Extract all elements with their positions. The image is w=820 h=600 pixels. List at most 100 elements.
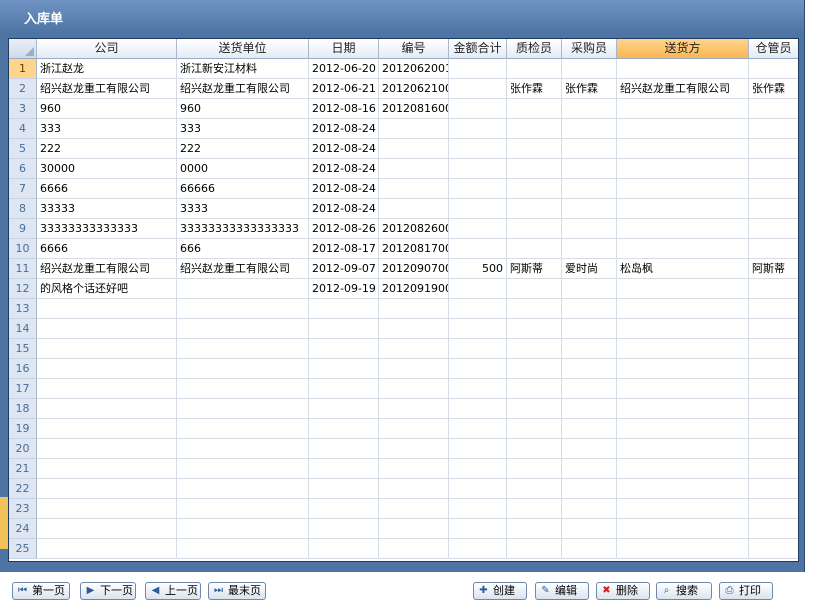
- table-cell[interactable]: [449, 339, 507, 359]
- table-cell[interactable]: [749, 139, 798, 159]
- table-cell[interactable]: [507, 199, 562, 219]
- table-cell[interactable]: [562, 99, 617, 119]
- row-number[interactable]: 10: [9, 239, 37, 259]
- prev-page-button[interactable]: ◀ 上一页: [145, 582, 201, 600]
- select-all-corner[interactable]: [9, 39, 37, 59]
- table-cell[interactable]: [749, 439, 798, 459]
- column-header-6[interactable]: 采购员: [562, 39, 617, 59]
- table-cell[interactable]: [449, 319, 507, 339]
- table-row[interactable]: 20: [9, 439, 798, 459]
- column-header-7[interactable]: 送货方: [617, 39, 749, 59]
- table-cell[interactable]: 2012081700: [379, 239, 449, 259]
- row-number[interactable]: 20: [9, 439, 37, 459]
- table-cell[interactable]: [449, 59, 507, 79]
- row-number[interactable]: 24: [9, 519, 37, 539]
- table-cell[interactable]: 2012-08-24: [309, 179, 379, 199]
- table-cell[interactable]: [507, 239, 562, 259]
- table-cell[interactable]: [37, 339, 177, 359]
- table-row[interactable]: 9 33333333333333 33333333333333333 2012-08-…: [9, 219, 798, 239]
- table-cell[interactable]: [562, 499, 617, 519]
- table-cell[interactable]: 33333333333333: [37, 219, 177, 239]
- table-cell[interactable]: [379, 519, 449, 539]
- table-cell[interactable]: [749, 399, 798, 419]
- table-row[interactable]: 22: [9, 479, 798, 499]
- table-cell[interactable]: [617, 159, 749, 179]
- table-cell[interactable]: 2012-08-24: [309, 119, 379, 139]
- table-cell[interactable]: 绍兴赵龙重工有限公司: [37, 79, 177, 99]
- table-cell[interactable]: [507, 279, 562, 299]
- table-cell[interactable]: 绍兴赵龙重工有限公司: [177, 79, 309, 99]
- table-cell[interactable]: 33333: [37, 199, 177, 219]
- table-row[interactable]: 18: [9, 399, 798, 419]
- table-cell[interactable]: [37, 519, 177, 539]
- column-header-5[interactable]: 质检员: [507, 39, 562, 59]
- table-cell[interactable]: [449, 99, 507, 119]
- table-row[interactable]: 4 333 333 2012-08-24: [9, 119, 798, 139]
- table-cell[interactable]: 222: [37, 139, 177, 159]
- table-cell[interactable]: [37, 299, 177, 319]
- table-cell[interactable]: [379, 499, 449, 519]
- table-cell[interactable]: [507, 399, 562, 419]
- table-cell[interactable]: [309, 479, 379, 499]
- table-cell[interactable]: [379, 439, 449, 459]
- table-cell[interactable]: [617, 399, 749, 419]
- table-cell[interactable]: 6666: [37, 239, 177, 259]
- table-row[interactable]: 5 222 222 2012-08-24: [9, 139, 798, 159]
- table-cell[interactable]: [749, 199, 798, 219]
- table-cell[interactable]: [562, 379, 617, 399]
- table-cell[interactable]: [507, 459, 562, 479]
- row-number[interactable]: 3: [9, 99, 37, 119]
- table-cell[interactable]: [449, 239, 507, 259]
- column-header-8[interactable]: 仓管员: [749, 39, 798, 59]
- table-cell[interactable]: [617, 219, 749, 239]
- table-cell[interactable]: [562, 239, 617, 259]
- table-cell[interactable]: [617, 59, 749, 79]
- table-cell[interactable]: [562, 299, 617, 319]
- column-header-2[interactable]: 日期: [309, 39, 379, 59]
- row-number[interactable]: 18: [9, 399, 37, 419]
- table-cell[interactable]: [507, 339, 562, 359]
- table-cell[interactable]: [749, 339, 798, 359]
- table-cell[interactable]: [617, 319, 749, 339]
- table-cell[interactable]: [507, 119, 562, 139]
- table-cell[interactable]: [617, 239, 749, 259]
- table-cell[interactable]: [449, 459, 507, 479]
- table-row[interactable]: 11 绍兴赵龙重工有限公司 绍兴赵龙重工有限公司 2012-09-07 20120907…: [9, 259, 798, 279]
- table-cell[interactable]: [507, 519, 562, 539]
- last-page-button[interactable]: ⏭ 最末页: [208, 582, 266, 600]
- row-number[interactable]: 2: [9, 79, 37, 99]
- table-cell[interactable]: [562, 339, 617, 359]
- table-cell[interactable]: [562, 519, 617, 539]
- table-cell[interactable]: 2012090700: [379, 259, 449, 279]
- table-cell[interactable]: [562, 419, 617, 439]
- table-cell[interactable]: 66666: [177, 179, 309, 199]
- table-row[interactable]: 1 浙江赵龙 浙江新安江材料 2012-06-20 2012062001: [9, 59, 798, 79]
- table-row[interactable]: 24: [9, 519, 798, 539]
- print-button[interactable]: ⎙ 打印: [719, 582, 773, 600]
- table-cell[interactable]: [749, 499, 798, 519]
- table-cell[interactable]: [37, 539, 177, 559]
- table-row[interactable]: 14: [9, 319, 798, 339]
- table-cell[interactable]: [449, 419, 507, 439]
- row-number[interactable]: 22: [9, 479, 37, 499]
- table-row[interactable]: 10 6666 666 2012-08-17 2012081700: [9, 239, 798, 259]
- create-button[interactable]: ✚ 创建: [473, 582, 527, 600]
- table-cell[interactable]: [507, 179, 562, 199]
- table-cell[interactable]: [749, 159, 798, 179]
- table-row[interactable]: 23: [9, 499, 798, 519]
- table-cell[interactable]: [379, 419, 449, 439]
- next-page-button[interactable]: ▶ 下一页: [80, 582, 136, 600]
- table-cell[interactable]: [177, 439, 309, 459]
- table-cell[interactable]: 绍兴赵龙重工有限公司: [177, 259, 309, 279]
- row-number[interactable]: 21: [9, 459, 37, 479]
- table-row[interactable]: 7 6666 66666 2012-08-24: [9, 179, 798, 199]
- table-cell[interactable]: [379, 199, 449, 219]
- row-number[interactable]: 8: [9, 199, 37, 219]
- table-cell[interactable]: [449, 399, 507, 419]
- row-number[interactable]: 13: [9, 299, 37, 319]
- table-cell[interactable]: [749, 59, 798, 79]
- table-cell[interactable]: [177, 499, 309, 519]
- table-cell[interactable]: [379, 459, 449, 479]
- table-cell[interactable]: 6666: [37, 179, 177, 199]
- table-cell[interactable]: 张作霖: [562, 79, 617, 99]
